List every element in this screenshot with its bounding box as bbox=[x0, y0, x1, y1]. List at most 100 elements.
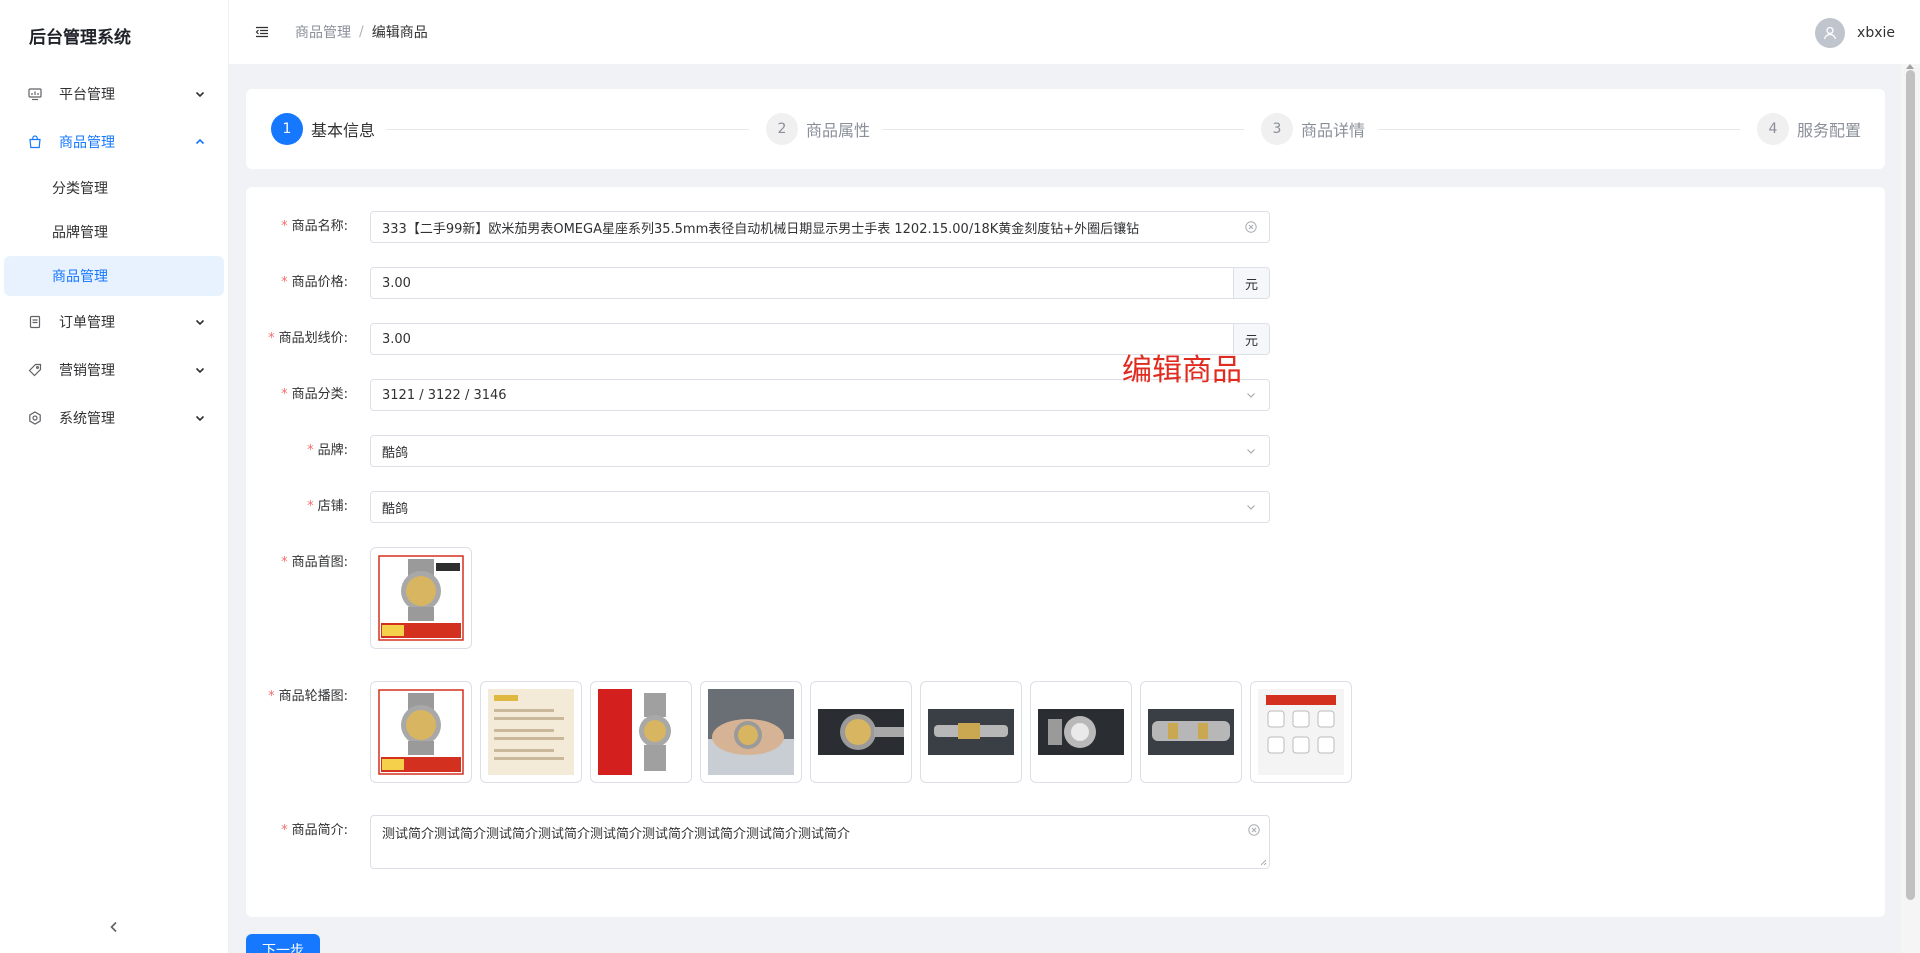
watch-product-image bbox=[378, 555, 464, 641]
carousel-image-8[interactable] bbox=[1140, 681, 1242, 783]
sidebar-item-label: 系统管理 bbox=[59, 411, 115, 427]
carousel-image-7[interactable] bbox=[1030, 681, 1132, 783]
form-row-name: * 商品名称: 333【二手99新】欧米茄男表OMEGA星座系列35.5mm表径自… bbox=[246, 211, 1270, 243]
sidebar-item-orders[interactable]: 订单管理 bbox=[0, 298, 228, 346]
header: 商品管理 / 编辑商品 xbxie bbox=[229, 0, 1920, 64]
step-number: 4 bbox=[1757, 113, 1789, 145]
user-menu[interactable]: xbxie bbox=[1815, 18, 1895, 48]
document-icon bbox=[27, 314, 43, 330]
info-card-image bbox=[488, 689, 574, 775]
price-unit: 元 bbox=[1234, 267, 1270, 299]
form-row-shop: * 店铺: 酷鸽 bbox=[246, 491, 1270, 523]
step-number: 2 bbox=[766, 113, 798, 145]
form-label: * 商品简介: bbox=[281, 823, 348, 838]
step-3: 3 商品详情 bbox=[1261, 113, 1365, 145]
chevron-down-icon bbox=[1244, 444, 1258, 458]
scroll-up-icon[interactable] bbox=[1906, 64, 1914, 69]
sidebar-item-marketing[interactable]: 营销管理 bbox=[0, 346, 228, 394]
chevron-down-icon bbox=[1244, 388, 1258, 402]
collapse-sidebar-button[interactable] bbox=[104, 917, 124, 937]
tag-icon bbox=[27, 362, 43, 378]
clear-icon[interactable] bbox=[1244, 220, 1258, 234]
chevron-down-icon bbox=[194, 412, 206, 424]
sidebar-item-platform[interactable]: 平台管理 bbox=[0, 70, 228, 118]
step-connector bbox=[882, 129, 1244, 130]
step-label: 基本信息 bbox=[311, 121, 376, 140]
form-row-category: * 商品分类: 3121 / 3122 / 3146 bbox=[246, 379, 1270, 411]
sidebar-item-system[interactable]: 系统管理 bbox=[0, 394, 228, 442]
intro-textarea[interactable]: 测试简介测试简介测试简介测试简介测试简介测试简介测试简介测试简介测试简介 bbox=[370, 815, 1270, 869]
step-connector bbox=[386, 129, 749, 130]
sidebar-item-label: 订单管理 bbox=[59, 315, 115, 331]
step-number: 1 bbox=[271, 113, 303, 145]
form-label: * 店铺: bbox=[307, 499, 348, 514]
form-label: * 商品价格: bbox=[281, 275, 348, 290]
app-title: 后台管理系统 bbox=[29, 27, 131, 48]
steps-card: 1 基本信息 2 商品属性 3 商品详情 4 服务配置 bbox=[246, 89, 1885, 169]
sidebar-subitem-goods[interactable]: 商品管理 bbox=[4, 256, 224, 296]
step-label: 商品属性 bbox=[806, 121, 871, 140]
user-icon bbox=[1823, 26, 1837, 40]
step-label: 商品详情 bbox=[1301, 121, 1366, 140]
carousel-image-9[interactable] bbox=[1250, 681, 1352, 783]
carousel-image-1[interactable] bbox=[370, 681, 472, 783]
watch-brand-image bbox=[598, 689, 684, 775]
service-info-image bbox=[1258, 689, 1344, 775]
carousel-image-5[interactable] bbox=[810, 681, 912, 783]
price-input[interactable]: 3.00 bbox=[370, 267, 1235, 299]
step-number: 3 bbox=[1261, 113, 1293, 145]
chevron-down-icon bbox=[194, 364, 206, 376]
watch-back-image bbox=[1038, 689, 1124, 775]
resize-handle-icon[interactable] bbox=[1259, 858, 1267, 866]
form-card: * 商品名称: 333【二手99新】欧米茄男表OMEGA星座系列35.5mm表径自… bbox=[246, 187, 1885, 917]
sidebar-subitem-category[interactable]: 分类管理 bbox=[0, 166, 228, 210]
clear-icon[interactable] bbox=[1247, 823, 1261, 837]
form-label: * 品牌: bbox=[307, 443, 348, 458]
shop-select[interactable]: 酷鸽 bbox=[370, 491, 1270, 523]
monitor-icon bbox=[27, 86, 43, 102]
breadcrumb-current: 编辑商品 bbox=[371, 25, 428, 41]
sidebar-item-goods[interactable]: 商品管理 bbox=[0, 118, 228, 166]
username: xbxie bbox=[1857, 25, 1895, 41]
step-label: 服务配置 bbox=[1797, 121, 1862, 140]
next-step-button[interactable]: 下一步 bbox=[246, 934, 320, 953]
brand-select[interactable]: 酷鸽 bbox=[370, 435, 1270, 467]
chevron-down-icon bbox=[194, 316, 206, 328]
sidebar-subitem-brand[interactable]: 品牌管理 bbox=[0, 210, 228, 254]
sidebar-item-label: 平台管理 bbox=[59, 87, 115, 103]
sidebar-item-label: 营销管理 bbox=[59, 363, 115, 379]
scrollbar-thumb[interactable] bbox=[1906, 70, 1915, 900]
original-price-input[interactable]: 3.00 bbox=[370, 323, 1235, 355]
form-label: * 商品轮播图: bbox=[268, 689, 348, 704]
goods-name-input[interactable]: 333【二手99新】欧米茄男表OMEGA星座系列35.5mm表径自动机械日期显示… bbox=[370, 211, 1270, 243]
page-watermark: 编辑商品 bbox=[1122, 353, 1242, 388]
breadcrumb-parent[interactable]: 商品管理 bbox=[295, 22, 351, 42]
form-label: * 商品首图: bbox=[281, 555, 348, 570]
form-row-carousel: * 商品轮播图: bbox=[246, 681, 1352, 783]
form-label: * 商品划线价: bbox=[268, 331, 348, 346]
page-scrollbar[interactable] bbox=[1901, 64, 1920, 953]
carousel-image-4[interactable] bbox=[700, 681, 802, 783]
form-row-intro: * 商品简介: 测试简介测试简介测试简介测试简介测试简介测试简介测试简介测试简介测… bbox=[246, 815, 1270, 869]
watch-band-image bbox=[1148, 689, 1234, 775]
watch-closeup-image bbox=[818, 689, 904, 775]
step-connector bbox=[1378, 129, 1740, 130]
menu-fold-icon[interactable] bbox=[254, 24, 270, 40]
form-row-brand: * 品牌: 酷鸽 bbox=[246, 435, 1270, 467]
watch-product-image bbox=[378, 689, 464, 775]
main-image-upload[interactable] bbox=[370, 547, 472, 649]
carousel-image-2[interactable] bbox=[480, 681, 582, 783]
step-2: 2 商品属性 bbox=[766, 113, 870, 145]
breadcrumb-separator: / bbox=[359, 24, 364, 40]
sidebar: 后台管理系统 平台管理 商品管理 分类管理 品牌管理 商品管理 订单管理 营销管… bbox=[0, 0, 229, 953]
carousel-images bbox=[370, 681, 1352, 783]
carousel-image-3[interactable] bbox=[590, 681, 692, 783]
form-row-main-image: * 商品首图: bbox=[246, 547, 472, 649]
settings-icon bbox=[27, 410, 43, 426]
breadcrumb: 商品管理 / 编辑商品 bbox=[295, 22, 428, 42]
watch-side-image bbox=[928, 689, 1014, 775]
form-label: * 商品名称: bbox=[281, 219, 348, 234]
chevron-up-icon bbox=[194, 136, 206, 148]
step-1: 1 基本信息 bbox=[271, 113, 375, 145]
carousel-image-6[interactable] bbox=[920, 681, 1022, 783]
